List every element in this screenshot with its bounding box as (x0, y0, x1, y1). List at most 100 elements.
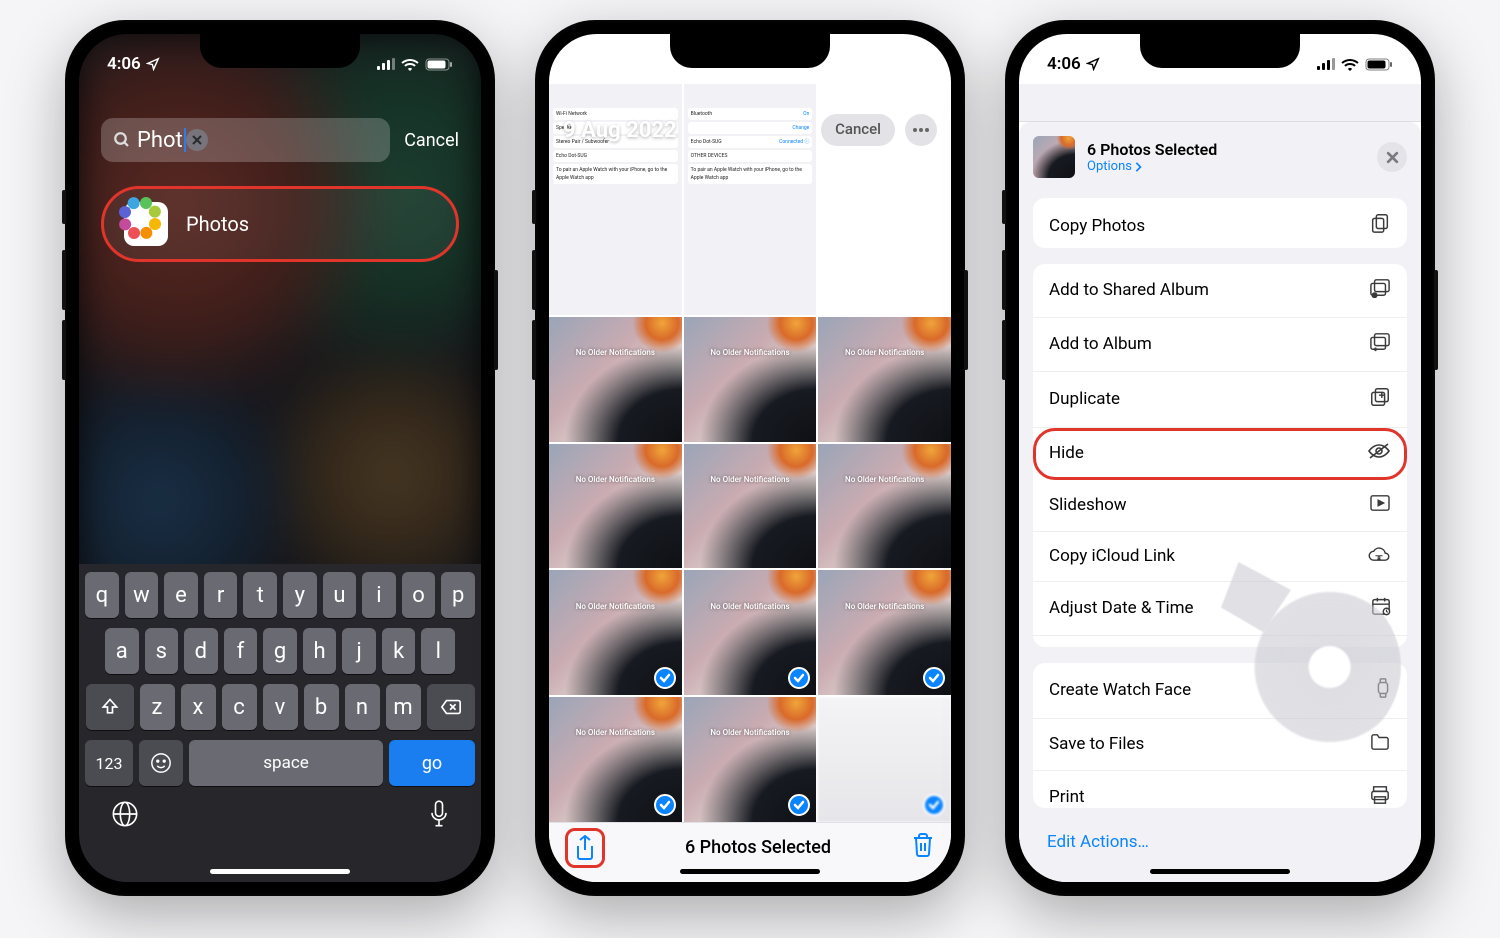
key-x[interactable]: x (181, 684, 216, 730)
key-u[interactable]: u (323, 572, 357, 618)
date-header: 9 Aug 2022 (563, 118, 677, 143)
x-icon (192, 135, 202, 145)
cellular-icon (377, 58, 395, 70)
chevron-right-icon (1134, 162, 1142, 172)
copy-icon (1369, 212, 1391, 239)
key-n[interactable]: n (345, 684, 380, 730)
clear-search-button[interactable] (186, 129, 208, 151)
x-icon (1386, 151, 1399, 164)
print-icon (1369, 785, 1391, 808)
key-i[interactable]: i (362, 572, 396, 618)
action-folder[interactable]: Save to Files (1033, 719, 1407, 771)
photo-thumbnail[interactable]: No Older Notifications (549, 444, 682, 569)
action-play[interactable]: Slideshow (1033, 480, 1407, 532)
key-h[interactable]: h (303, 628, 337, 674)
photo-thumbnail[interactable]: No Older Notifications (549, 317, 682, 442)
key-t[interactable]: t (243, 572, 277, 618)
play-icon (1369, 494, 1391, 517)
cancel-button[interactable]: Cancel (821, 114, 895, 146)
more-button[interactable] (905, 114, 937, 146)
phone-photos-grid: 4:06 Wi-Fi NetworkSpeakerStereo Pair / S… (535, 20, 965, 896)
key-c[interactable]: c (222, 684, 257, 730)
action-label: Add to Shared Album (1049, 280, 1209, 300)
action-print[interactable]: Print (1033, 771, 1407, 808)
key-z[interactable]: z (140, 684, 175, 730)
photo-thumbnail[interactable] (818, 697, 951, 822)
key-s[interactable]: s (145, 628, 179, 674)
action-copy[interactable]: Copy Photos (1033, 198, 1407, 248)
photo-thumbnail[interactable]: No Older Notifications (818, 444, 951, 569)
key-r[interactable]: r (204, 572, 238, 618)
cancel-button[interactable]: Cancel (404, 130, 459, 151)
key-j[interactable]: j (342, 628, 376, 674)
go-key[interactable]: go (389, 740, 475, 786)
delete-key[interactable] (427, 684, 475, 730)
search-value: Phot (137, 128, 183, 153)
cellular-icon (1317, 58, 1335, 70)
key-q[interactable]: q (85, 572, 119, 618)
key-m[interactable]: m (386, 684, 421, 730)
action-cloud-link[interactable]: Copy iCloud Link (1033, 532, 1407, 582)
key-o[interactable]: o (402, 572, 436, 618)
key-g[interactable]: g (263, 628, 297, 674)
key-e[interactable]: e (164, 572, 198, 618)
emoji-key[interactable] (139, 740, 183, 786)
share-icon (574, 835, 596, 861)
action-shared-album[interactable]: Add to Shared Album (1033, 264, 1407, 318)
duplicate-icon (1369, 386, 1391, 413)
kbd-row-1: qwertyuiop (85, 572, 475, 618)
watch-icon (1375, 677, 1391, 704)
shift-icon (100, 697, 120, 717)
photo-thumbnail[interactable]: No Older Notifications (684, 444, 817, 569)
action-label: Hide (1049, 443, 1084, 463)
action-calendar[interactable]: Adjust Date & Time (1033, 582, 1407, 636)
key-b[interactable]: b (304, 684, 339, 730)
keyboard[interactable]: qwertyuiop asdfghjkl zxcvbnm 123 space g… (79, 564, 481, 882)
photos-app-icon (124, 202, 168, 246)
key-v[interactable]: v (263, 684, 298, 730)
key-w[interactable]: w (125, 572, 159, 618)
action-label: Add to Album (1049, 334, 1152, 354)
key-k[interactable]: k (382, 628, 416, 674)
phone-share-sheet: 4:06 6 Photos Selected Options (1005, 20, 1435, 896)
location-arrow-icon (1086, 57, 1100, 71)
photo-thumbnail[interactable]: No Older Notifications (549, 697, 682, 822)
folder-icon (1369, 733, 1391, 756)
search-result-photos[interactable]: Photos (101, 186, 459, 262)
photo-thumbnail[interactable]: No Older Notifications (684, 317, 817, 442)
key-d[interactable]: d (184, 628, 218, 674)
shift-key[interactable] (86, 684, 134, 730)
action-label: Print (1049, 787, 1085, 807)
action-hide[interactable]: Hide (1033, 428, 1407, 480)
numbers-key[interactable]: 123 (85, 740, 133, 786)
trash-icon (911, 832, 935, 858)
photo-thumbnail[interactable]: No Older Notifications (818, 570, 951, 695)
close-button[interactable] (1377, 142, 1407, 172)
key-f[interactable]: f (224, 628, 258, 674)
photo-thumbnail[interactable]: No Older Notifications (684, 570, 817, 695)
action-album[interactable]: Add to Album (1033, 318, 1407, 372)
delete-button[interactable] (911, 832, 935, 863)
action-label: Slideshow (1049, 495, 1127, 515)
battery-icon (425, 58, 453, 71)
action-watch[interactable]: Create Watch Face (1033, 663, 1407, 719)
kbd-row-3: zxcvbnm (85, 684, 475, 730)
space-key[interactable]: space (189, 740, 383, 786)
action-duplicate[interactable]: Duplicate (1033, 372, 1407, 428)
options-button[interactable]: Options (1087, 159, 1365, 174)
action-location[interactable]: Adjust Location (1033, 636, 1407, 647)
spotlight-search[interactable]: Phot (101, 118, 390, 162)
globe-icon[interactable] (111, 800, 139, 828)
status-time: 4:06 (107, 54, 141, 74)
mic-icon[interactable] (429, 800, 449, 828)
key-a[interactable]: a (105, 628, 139, 674)
key-l[interactable]: l (421, 628, 455, 674)
photo-thumbnail[interactable]: No Older Notifications (549, 570, 682, 695)
share-button[interactable] (565, 828, 605, 868)
share-sheet: 6 Photos Selected Options Copy Photos Ad… (1019, 122, 1421, 882)
photo-thumbnail[interactable]: No Older Notifications (818, 317, 951, 442)
key-y[interactable]: y (283, 572, 317, 618)
key-p[interactable]: p (441, 572, 475, 618)
photo-thumbnail[interactable]: No Older Notifications (684, 697, 817, 822)
background-dimmer (1019, 84, 1421, 122)
